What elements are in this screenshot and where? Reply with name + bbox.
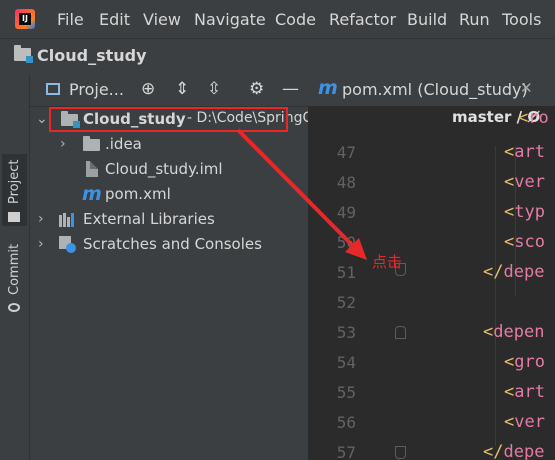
annotation-label: 点击 — [372, 253, 403, 271]
annotation-arrow — [236, 128, 367, 260]
